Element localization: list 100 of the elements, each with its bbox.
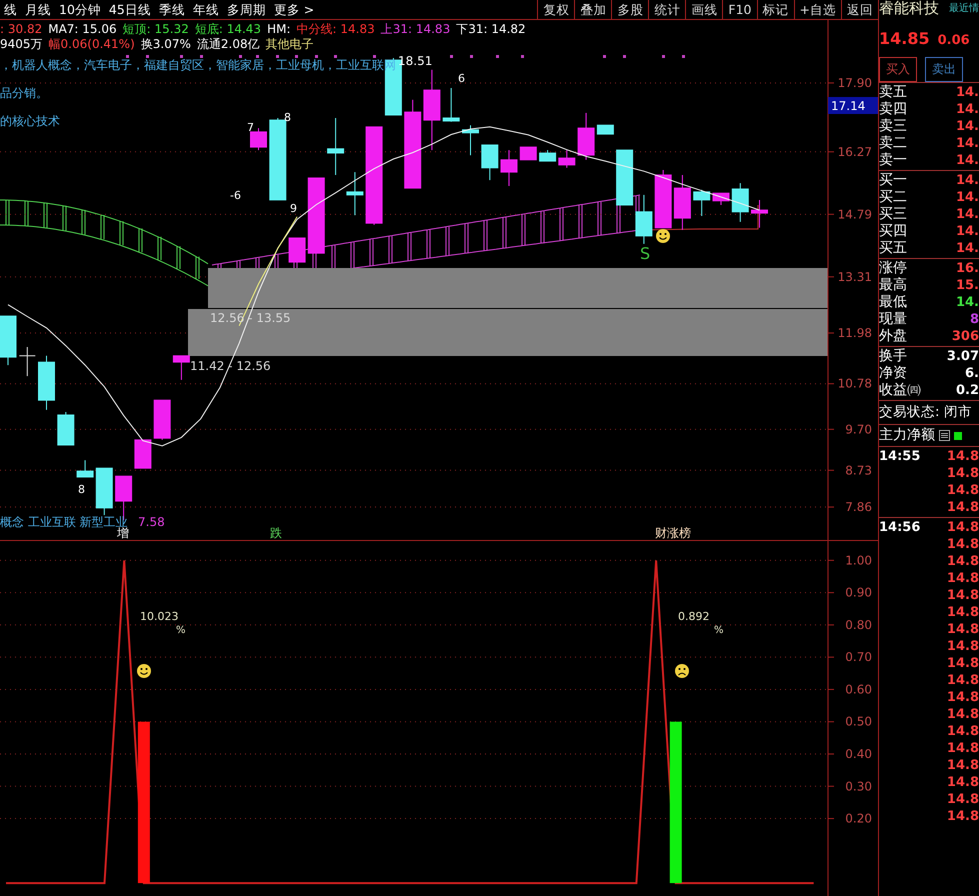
tag-label: 7.58: [138, 515, 165, 529]
axis-label: 14.79: [838, 207, 872, 222]
candlestick: [674, 174, 691, 230]
tag-label: 跌: [270, 526, 282, 540]
tick-price: 14.8: [946, 638, 979, 655]
candlestick: [346, 172, 364, 216]
indicator-readout: 9405万: [0, 37, 43, 51]
period-tab[interactable]: 更多 >: [270, 0, 318, 19]
tick-price: 14.8: [946, 689, 979, 706]
quote-value: 14.: [956, 84, 979, 101]
candlestick: [38, 355, 55, 410]
tick-price: 14.8: [946, 774, 979, 791]
candlestick: [596, 124, 614, 135]
quote-label: 买五: [879, 240, 907, 257]
indicator-readout: 其他电子: [266, 37, 314, 51]
quote-value: 14.: [956, 152, 979, 169]
smiley-icon: [137, 664, 151, 678]
axis-label: 13.31: [838, 270, 872, 284]
quote-label: 卖五: [879, 84, 907, 101]
quote-label: 外盘: [879, 328, 907, 345]
candlestick: [751, 200, 768, 228]
period-tab[interactable]: 月线: [21, 0, 55, 19]
axis-label: 1.00: [845, 553, 872, 568]
period-tab[interactable]: 多周期: [222, 0, 270, 19]
indicator-readout: 幅0.06(0.41%): [48, 37, 135, 51]
candlestick: [442, 88, 460, 122]
quote-label: 买一: [879, 172, 907, 189]
flow-bar: [954, 432, 962, 440]
buy-button[interactable]: 买入: [879, 57, 917, 82]
quote-value: 14.: [956, 294, 979, 311]
axis-label: 10.78: [838, 376, 872, 391]
candlestick: [134, 439, 152, 469]
tick-price: 14.8: [946, 553, 979, 570]
quote-value: 16.: [956, 260, 979, 277]
axis-label: 8.73: [845, 463, 872, 478]
concept-text: ，机器人概念，汽车电子，福建自贸区，智能家居，工业母机，工业互联网: [0, 58, 396, 72]
period-tab[interactable]: 45日线: [104, 0, 155, 19]
tick-price: 14.8: [946, 519, 979, 536]
price-label: 18.51: [398, 54, 432, 68]
candlestick: [558, 150, 576, 168]
axis-label: 17.90: [838, 76, 872, 90]
quote-value: 14.: [956, 172, 979, 189]
candlestick: [500, 150, 518, 186]
tick-price: 14.8: [946, 808, 979, 825]
indicator-readout: 中分线: 14.83: [296, 22, 375, 36]
quote-value: 14.: [956, 101, 979, 118]
tick-price: 14.8: [946, 499, 979, 516]
tick-time: 14:55: [879, 448, 920, 465]
axis-label: 0.50: [845, 714, 872, 729]
tick-price: 14.8: [946, 448, 979, 465]
concept-text: 品分销。: [0, 86, 48, 100]
axis-label: 0.70: [845, 650, 872, 664]
quote-label: 最低: [879, 294, 907, 311]
tick-price: 14.8: [946, 672, 979, 689]
quote-value: 14.: [956, 223, 979, 240]
price-label: 9: [290, 202, 297, 215]
candlestick: [172, 355, 190, 380]
sell-button[interactable]: 卖出: [925, 57, 963, 82]
candlestick: [712, 192, 730, 206]
axis-label: 9.70: [845, 422, 872, 436]
axis-label: 0.40: [845, 747, 872, 761]
quote-label: 卖二: [879, 135, 907, 152]
candlestick: [693, 189, 710, 216]
indicator-value: 0.892: [678, 610, 710, 623]
trade-status: 交易状态: 闭市: [879, 404, 972, 420]
tick-price: 14.8: [946, 740, 979, 757]
candlestick: [76, 460, 94, 478]
quote-value: 14.: [956, 240, 979, 257]
main-force-label: 主力净额: [879, 427, 935, 444]
indicator-readout: HM:: [267, 22, 290, 36]
candlestick: [654, 170, 672, 228]
candlestick: [732, 182, 749, 222]
indicator-value: 10.023: [140, 610, 178, 623]
period-tab[interactable]: 线: [0, 0, 21, 19]
quote-value: 6.: [965, 365, 979, 382]
change-value: 0.06: [938, 32, 970, 49]
tick-price: 14.8: [946, 791, 979, 808]
tick-price: 14.8: [946, 587, 979, 604]
stock-name: 睿能科技: [879, 0, 939, 17]
tick-price: 14.8: [946, 604, 979, 621]
candlestick: [18, 346, 36, 377]
price-label: 6: [458, 72, 465, 85]
axis-label: 0.30: [845, 779, 872, 794]
list-icon[interactable]: [939, 430, 950, 441]
period-tab[interactable]: 年线: [188, 0, 223, 19]
period-tab[interactable]: 10分钟: [55, 0, 105, 19]
concept-text: 的核心技术: [0, 114, 60, 128]
recent-tab[interactable]: 最近情: [949, 0, 979, 17]
axis-label: 0.80: [845, 618, 872, 632]
indicator-readout: 短顶: 15.32: [122, 22, 189, 36]
quote-value: 0.2: [956, 382, 979, 399]
quote-label: 卖一: [879, 152, 907, 169]
tag-label: 财涨榜: [655, 526, 691, 540]
axis-label: 11.98: [838, 326, 872, 340]
candlestick: [288, 238, 306, 263]
price-value: 14.85: [879, 30, 930, 47]
quote-value: 306: [952, 328, 979, 345]
period-tab[interactable]: 季线: [154, 0, 189, 19]
indicator-readout: 换3.07%: [140, 37, 191, 51]
price-label: 8: [284, 111, 291, 124]
